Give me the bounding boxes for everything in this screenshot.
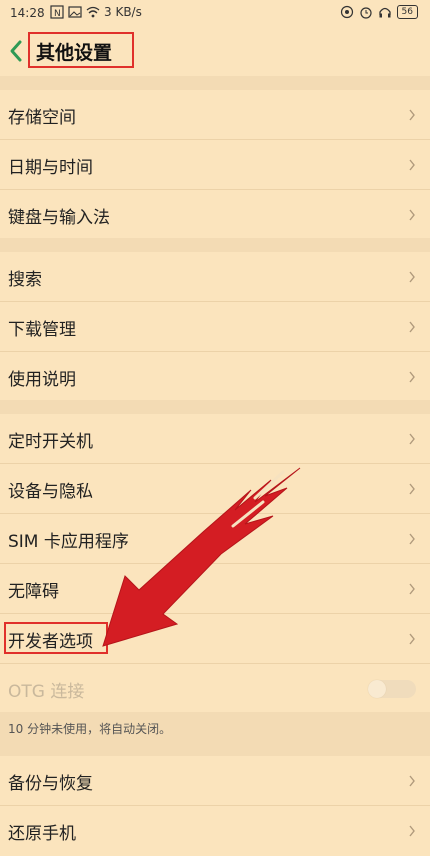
back-arrow-icon[interactable] (8, 38, 24, 64)
list-item-search[interactable]: 搜索 (0, 252, 430, 302)
target-icon (340, 5, 353, 19)
list-item-manual[interactable]: 使用说明 (0, 352, 430, 402)
alarm-icon (359, 7, 372, 19)
list-item-label: 开发者选项 (8, 632, 93, 652)
status-left-icons: N 3 KB/s (50, 5, 142, 19)
list-item-accessibility[interactable]: 无障碍 (0, 564, 430, 614)
page-title: 其他设置 (36, 42, 113, 64)
chevron-right-icon (409, 633, 415, 645)
otg-note-text: 10 分钟未使用，将自动关闭。 (8, 722, 172, 736)
list-item-label: 存储空间 (8, 108, 76, 128)
list-item-device-privacy[interactable]: 设备与隐私 (0, 464, 430, 514)
list-item-sim-apps[interactable]: SIM 卡应用程序 (0, 514, 430, 564)
chevron-right-icon (409, 209, 415, 221)
status-bar: 14:28 N 3 KB/s 56 (0, 0, 430, 28)
image-icon (68, 6, 82, 18)
wifi-icon (86, 6, 100, 18)
list-item-date-time[interactable]: 日期与时间 (0, 140, 430, 190)
list-item-backup[interactable]: 备份与恢复 (0, 756, 430, 806)
list-item-developer-options[interactable]: 开发者选项 (0, 614, 430, 664)
section-gap (0, 76, 430, 90)
chevron-right-icon (409, 483, 415, 495)
toggle-knob (368, 680, 386, 698)
list-item-label: 键盘与输入法 (8, 208, 110, 228)
otg-toggle[interactable] (368, 680, 416, 698)
list-item-label: SIM 卡应用程序 (8, 532, 129, 552)
list-item-label: 还原手机 (8, 824, 76, 844)
list-item-label: 下载管理 (8, 320, 76, 340)
chevron-right-icon (409, 825, 415, 837)
network-speed: 3 KB/s (104, 5, 142, 19)
header-bar: 其他设置 (0, 28, 430, 74)
list-item-label: 日期与时间 (8, 158, 93, 178)
list-item-downloads[interactable]: 下载管理 (0, 302, 430, 352)
chevron-right-icon (409, 109, 415, 121)
list-item-label: 设备与隐私 (8, 482, 93, 502)
list-item-label: 使用说明 (8, 370, 76, 390)
list-item-storage[interactable]: 存储空间 (0, 90, 430, 140)
chevron-right-icon (409, 271, 415, 283)
chevron-right-icon (409, 775, 415, 787)
list-item-label: 备份与恢复 (8, 774, 93, 794)
status-right-icons: 56 (340, 5, 418, 19)
chevron-right-icon (409, 321, 415, 333)
list-item-label: OTG 连接 (8, 682, 85, 702)
list-item-scheduled-power[interactable]: 定时开关机 (0, 414, 430, 464)
section-gap (0, 400, 430, 414)
list-item-reset-phone[interactable]: 还原手机 (0, 806, 430, 856)
list-item-otg[interactable]: OTG 连接 (0, 664, 430, 714)
list-item-label: 定时开关机 (8, 432, 93, 452)
section-gap (0, 238, 430, 252)
battery-indicator: 56 (396, 5, 418, 19)
notification-n-icon: N (50, 5, 64, 19)
list-item-keyboard[interactable]: 键盘与输入法 (0, 190, 430, 240)
headphones-icon (378, 7, 391, 18)
chevron-right-icon (409, 371, 415, 383)
chevron-right-icon (409, 533, 415, 545)
chevron-right-icon (409, 583, 415, 595)
list-item-label: 无障碍 (8, 582, 59, 602)
chevron-right-icon (409, 159, 415, 171)
list-item-label: 搜索 (8, 270, 42, 290)
section-gap (0, 740, 430, 756)
svg-text:N: N (54, 9, 61, 19)
chevron-right-icon (409, 433, 415, 445)
status-time: 14:28 (10, 6, 45, 20)
otg-note: 10 分钟未使用，将自动关闭。 (0, 712, 430, 740)
